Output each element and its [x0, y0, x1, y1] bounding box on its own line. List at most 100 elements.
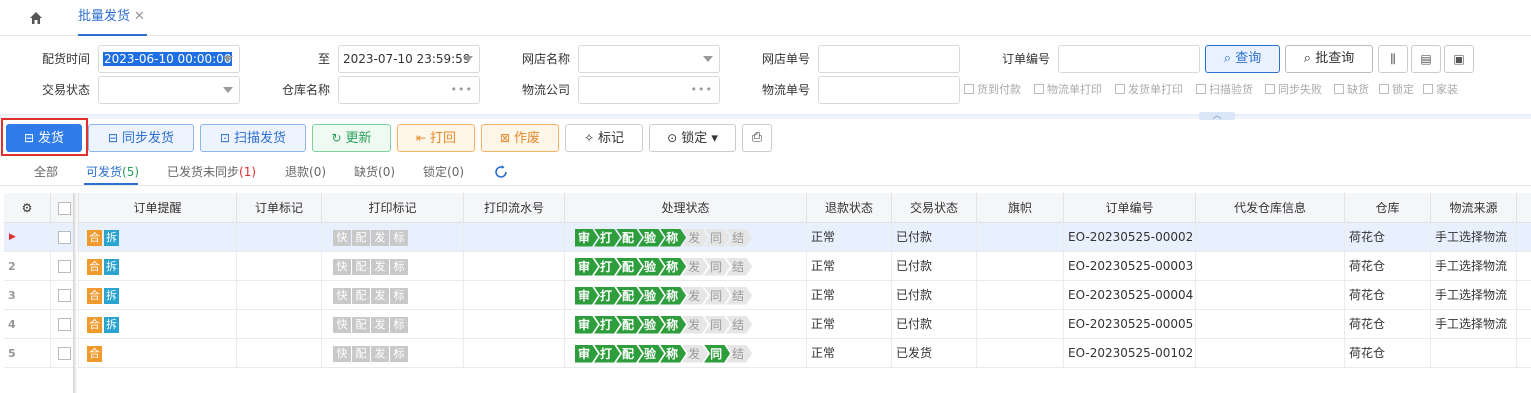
subtab-refund[interactable]: 退款(0): [285, 162, 326, 182]
filter-locked[interactable]: 锁定: [1379, 82, 1414, 98]
logistics-no-label: 物流单号: [761, 83, 810, 97]
order-mark-cell: [237, 281, 322, 310]
subtab-shippable[interactable]: 可发货(5): [86, 162, 139, 182]
dispatch-time-to-field[interactable]: 2023-07-10 23:59:59: [338, 45, 480, 73]
print-button[interactable]: ⎙: [742, 124, 772, 152]
table-row[interactable]: 3 合拆 快配发标 审打配验称发同结 正常 已付款 EO-20230525-00…: [4, 281, 1531, 310]
print-mark-cell: 快配发标: [322, 252, 464, 281]
sync-ship-button[interactable]: ⊟ 同步发货: [88, 124, 194, 152]
panel-divider: [0, 114, 1531, 119]
caret-down-icon: ▾: [707, 131, 718, 146]
split-tag: 拆: [104, 229, 119, 246]
logistics-company-picker[interactable]: •••: [578, 76, 720, 104]
batch-query-button[interactable]: ⌕ 批查询: [1285, 45, 1373, 73]
subtab-all[interactable]: 全部: [34, 162, 58, 182]
dispatch-time-from-field[interactable]: 2023-06-10 00:00:00: [98, 45, 240, 73]
order-reminder-cell: 合: [79, 339, 237, 368]
printer-icon: ⎙: [751, 130, 763, 145]
col-dropship-info[interactable]: 代发仓库信息: [1196, 193, 1345, 223]
print-tag: 标: [390, 287, 408, 304]
col-print-serial[interactable]: 打印流水号: [464, 193, 565, 223]
col-order-mark[interactable]: 订单标记: [237, 193, 322, 223]
warehouse-cell: 荷花仓: [1345, 310, 1431, 339]
status-step: 审: [575, 316, 598, 334]
table-row[interactable]: ▶ 合拆 快配发标 审打配验称发同结 正常 已付款 EO-20230525-00…: [4, 223, 1531, 252]
lock-button[interactable]: ⊙ 锁定 ▾: [649, 124, 736, 152]
subtab-out-of-stock[interactable]: 缺货(0): [354, 162, 395, 182]
col-print-mark[interactable]: 打印标记: [322, 193, 464, 223]
print-mark-cell: 快配发标: [322, 339, 464, 368]
close-icon[interactable]: ✕: [134, 9, 145, 24]
sync-ship-label: 同步发货: [122, 131, 175, 146]
export-icon[interactable]: ▤: [1411, 45, 1441, 73]
filter-waybill-printed[interactable]: 物流单打印: [1034, 82, 1102, 98]
print-tag: 标: [390, 229, 408, 246]
filter-out-of-stock[interactable]: 缺货: [1334, 82, 1369, 98]
trade-status-cell: 已付款: [892, 281, 977, 310]
print-mark-cell: 快配发标: [322, 281, 464, 310]
print-tag: 发: [371, 229, 389, 246]
print-mark-cell: 快配发标: [322, 310, 464, 339]
trade-status-cell: 已付款: [892, 310, 977, 339]
ship-button[interactable]: ⊟ 发货: [6, 124, 82, 152]
logistics-no-input[interactable]: [818, 76, 960, 104]
order-no-label: 订单编号: [1001, 52, 1050, 66]
update-button[interactable]: ↻ 更新: [312, 124, 391, 152]
subtab-locked[interactable]: 锁定(0): [423, 162, 464, 182]
print-tag: 发: [371, 287, 389, 304]
warehouse-label: 仓库名称: [281, 83, 330, 97]
table-row[interactable]: 5 合 快配发标 审打配验称发同结 正常 已发货 EO-20230525-001…: [4, 339, 1531, 368]
warehouse-cell: 荷花仓: [1345, 252, 1431, 281]
col-flag[interactable]: 旗帜: [977, 193, 1064, 223]
subtab-shipped-unsynced[interactable]: 已发货未同步(1): [167, 162, 256, 182]
filter-invoice-printed[interactable]: 发货单打印: [1115, 82, 1183, 98]
order-reminder-cell: 合拆: [79, 252, 237, 281]
col-warehouse[interactable]: 仓库: [1345, 193, 1431, 223]
table-row[interactable]: 2 合拆 快配发标 审打配验称发同结 正常 已付款 EO-20230525-00…: [4, 252, 1531, 281]
gear-icon[interactable]: ⚙: [4, 193, 51, 223]
print-tag: 快: [333, 287, 351, 304]
merge-tag: 合: [87, 258, 102, 275]
void-button[interactable]: ⊠ 作废: [481, 124, 559, 152]
split-tag: 拆: [104, 258, 119, 275]
query-button[interactable]: ⌕ 查询: [1205, 45, 1280, 73]
mark-button[interactable]: ✧ 标记: [565, 124, 643, 152]
table-row[interactable]: 4 合拆 快配发标 审打配验称发同结 正常 已付款 EO-20230525-00…: [4, 310, 1531, 339]
filter-scan-check[interactable]: 扫描验货: [1196, 82, 1253, 98]
filter-sync-failed[interactable]: 同步失败: [1265, 82, 1322, 98]
col-logistics-source[interactable]: 物流来源: [1431, 193, 1517, 223]
col-order-reminder[interactable]: 订单提醒: [79, 193, 237, 223]
col-trade-status[interactable]: 交易状态: [892, 193, 977, 223]
status-step: 审: [575, 258, 598, 276]
return-label: 打回: [430, 131, 457, 146]
filter-home-decor[interactable]: 家装: [1423, 82, 1458, 98]
tab-label: 批量发货: [78, 9, 131, 24]
shop-order-no-input[interactable]: [818, 45, 960, 73]
order-reminder-cell: 合拆: [79, 223, 237, 252]
col-process-status[interactable]: 处理状态: [565, 193, 807, 223]
col-refund-status[interactable]: 退款状态: [807, 193, 892, 223]
dispatch-time-label: 配货时间: [41, 52, 90, 66]
void-icon: ⊠: [499, 131, 511, 145]
scan-ship-button[interactable]: ⊡ 扫描发货: [200, 124, 306, 152]
col-order-no[interactable]: 订单编号: [1064, 193, 1196, 223]
save-filter-icon[interactable]: ▣: [1444, 45, 1474, 73]
collapse-icon[interactable]: ︿: [1199, 112, 1235, 121]
status-step: 审: [575, 345, 598, 363]
order-no-input[interactable]: [1058, 45, 1200, 73]
home-icon[interactable]: [28, 10, 44, 26]
row-number: 2: [4, 252, 51, 281]
dispatch-time-from-value: 2023-06-10 00:00:00: [103, 52, 233, 66]
column-settings-icon[interactable]: ⫼: [1378, 45, 1408, 73]
trade-status-select[interactable]: [98, 76, 240, 104]
print-tag: 标: [390, 316, 408, 333]
tab-batch-ship[interactable]: 批量发货 ✕: [78, 0, 147, 36]
warehouse-picker[interactable]: •••: [338, 76, 480, 104]
refresh-icon[interactable]: [492, 163, 510, 181]
print-tag: 快: [333, 345, 351, 362]
filter-cod[interactable]: 货到付款: [964, 82, 1021, 98]
print-tag: 配: [352, 316, 370, 333]
shop-name-select[interactable]: [578, 45, 720, 73]
return-button[interactable]: ⇤ 打回: [397, 124, 475, 152]
status-step: 审: [575, 287, 598, 305]
